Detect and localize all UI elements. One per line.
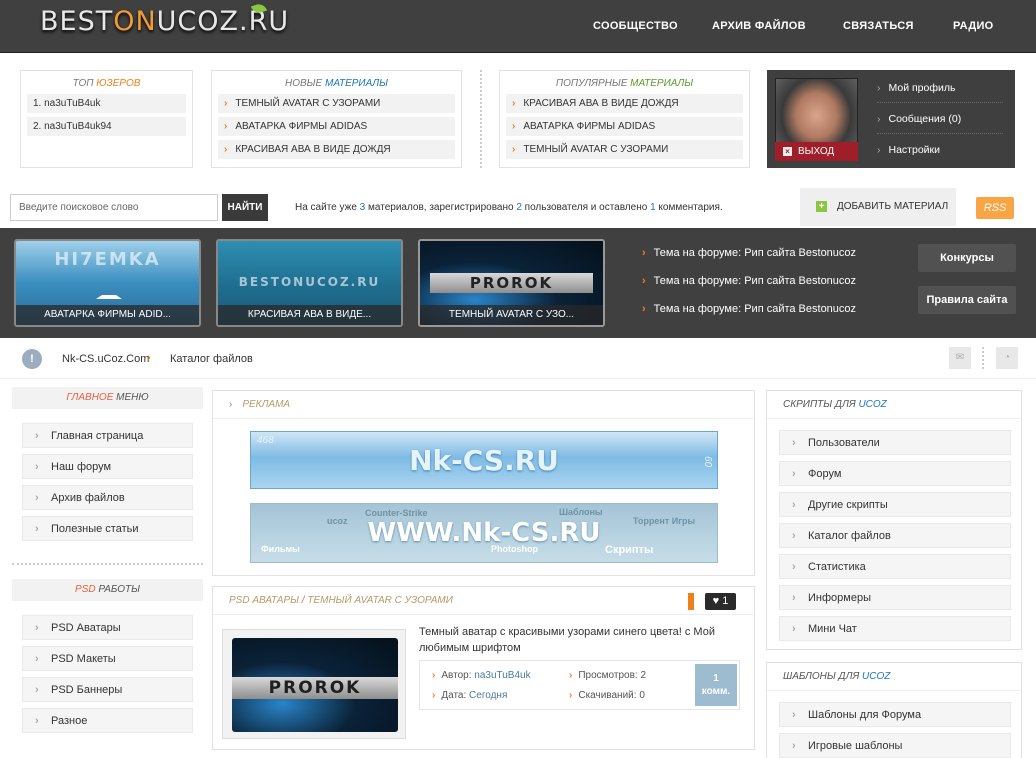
contests-button[interactable]: Конкурсы <box>918 244 1016 272</box>
scripts-item-other[interactable]: Другие скрипты <box>779 492 1011 517</box>
psd-menu-title: PSD РАБОТЫ <box>12 579 203 601</box>
ads-title: › РЕКЛАМА <box>213 391 754 419</box>
nav-file-archive[interactable]: АРХИВ ФАЙЛОВ <box>712 20 806 32</box>
settings-link[interactable]: Настройки <box>877 144 1003 164</box>
banner-www-nkcs[interactable]: Counter-Strike ucoz Шаблоны Торрент Игры… <box>250 503 718 563</box>
featured-thumb[interactable]: HI7EMKA АВАТАРКА ФИРМЫ ADID... <box>14 239 201 327</box>
entry-title[interactable]: PSD АВАТАРЫ / ТЕМНЫЙ AVATAR С УЗОРАМИ <box>213 587 754 615</box>
templates-box: ШАБЛОНЫ ДЛЯ UCOZ Шаблоны для Форума Игро… <box>766 662 1022 758</box>
heart-icon: ♥ <box>712 595 720 607</box>
scripts-item-stats[interactable]: Статистика <box>779 554 1011 579</box>
popular-material-item[interactable]: ТЕМНЫЙ AVATAR С УЗОРАМИ <box>506 140 743 159</box>
menu-item-psd-layouts[interactable]: PSD Макеты <box>22 646 193 671</box>
featured-thumb-caption: КРАСИВАЯ АВА В ВИДЕ... <box>218 305 401 325</box>
menu-item-misc[interactable]: Разное <box>22 708 193 733</box>
scripts-title: СКРИПТЫ ДЛЯ UCOZ <box>767 391 1021 419</box>
nav-community[interactable]: СООБЩЕСТВО <box>593 20 678 32</box>
featured-thumb[interactable]: PROROK ТЕМНЫЙ AVATAR С УЗО... <box>418 239 605 327</box>
entry-thumbnail[interactable]: PROROK <box>222 629 406 739</box>
close-icon: × <box>783 147 792 156</box>
new-material-item[interactable]: АВАТАРКА ФИРМЫ ADIDAS <box>218 117 455 136</box>
banner-nkcs[interactable]: 468 Nk-CS.RU 60 <box>250 431 718 489</box>
new-material-item[interactable]: ТЕМНЫЙ AVATAR С УЗОРАМИ <box>218 94 455 113</box>
rss-button[interactable]: RSS <box>976 197 1014 219</box>
plus-icon: + <box>816 200 827 212</box>
entry-date: Дата: Сегодня <box>432 690 507 701</box>
logout-button[interactable]: × ВЫХОД <box>775 142 858 161</box>
site-rules-button[interactable]: Правила сайта <box>918 286 1016 314</box>
divider <box>982 347 984 369</box>
featured-slider: HI7EMKA АВАТАРКА ФИРМЫ ADID... BESTONUCO… <box>0 228 1036 338</box>
mail-icon[interactable]: ✉ <box>949 347 971 369</box>
new-material-item[interactable]: КРАСИВАЯ АВА В ВИДЕ ДОЖДЯ <box>218 140 455 159</box>
chevron-right-icon: › <box>147 352 151 364</box>
popular-material-item[interactable]: КРАСИВАЯ АВА В ВИДЕ ДОЖДЯ <box>506 94 743 113</box>
menu-item-file-archive[interactable]: Архив файлов <box>22 485 193 510</box>
scripts-item-catalog[interactable]: Каталог файлов <box>779 523 1011 548</box>
add-material-button[interactable]: + ДОБАВИТЬ МАТЕРИАЛ <box>800 188 956 226</box>
new-materials-title: НОВЫЕ МАТЕРИАЛЫ <box>285 78 388 89</box>
divider <box>0 378 1036 379</box>
scripts-item-forum[interactable]: Форум <box>779 461 1011 486</box>
main-menu-title: ГЛАВНОЕ МЕНЮ <box>12 387 203 409</box>
entry-downloads: Скачиваний: 0 <box>569 690 645 701</box>
scripts-box: СКРИПТЫ ДЛЯ UCOZ Пользователи Форум Друг… <box>766 390 1022 650</box>
top-users-title: ТОП ЮЗЕРОВ <box>72 78 141 89</box>
popular-materials-title: ПОПУЛЯРНЫЕ МАТЕРИАЛЫ <box>555 78 694 89</box>
adidas-logo-icon <box>96 283 122 299</box>
site-header: BESTONUCOZ.RU СООБЩЕСТВО АРХИВ ФАЙЛОВ СВ… <box>0 0 1036 53</box>
main-menu: ГЛАВНОЕ МЕНЮ Главная страница Наш форум … <box>12 387 203 542</box>
psd-menu: PSD РАБОТЫ PSD Аватары PSD Макеты PSD Ба… <box>12 579 203 744</box>
featured-thumb[interactable]: BESTONUCOZ.RU КРАСИВАЯ АВА В ВИДЕ... <box>216 239 403 327</box>
nav-radio[interactable]: РАДИО <box>953 20 994 32</box>
divider <box>12 563 203 565</box>
popular-material-item[interactable]: АВАТАРКА ФИРМЫ ADIDAS <box>506 117 743 136</box>
scripts-item-informers[interactable]: Информеры <box>779 585 1011 610</box>
featured-thumb-caption: АВАТАРКА ФИРМЫ ADID... <box>16 305 199 325</box>
menu-item-home[interactable]: Главная страница <box>22 423 193 448</box>
user-panel: ×ВЫХОД Мой профиль Сообщения (0) Настрой… <box>767 70 1015 168</box>
forum-topic-link[interactable]: Тема на форуме: Рип сайта Bestonucoz <box>642 275 856 287</box>
entry-meta: Автор: na3uTuB4uk Дата: Сегодня Просмотр… <box>419 660 740 710</box>
my-profile-link[interactable]: Мой профиль <box>877 82 1003 103</box>
site-stats: На сайте уже 3 материалов, зарегистриров… <box>295 202 723 213</box>
search-input[interactable] <box>10 194 218 221</box>
scripts-item-minichat[interactable]: Мини Чат <box>779 616 1011 641</box>
templates-item-games[interactable]: Игровые шаблоны <box>779 733 1011 758</box>
templates-item-forum[interactable]: Шаблоны для Форума <box>779 702 1011 727</box>
entry-description: Темный аватар с красивыми узорами синего… <box>419 626 715 654</box>
site-logo[interactable]: BESTONUCOZ.RU <box>40 1 289 37</box>
top-user-item[interactable]: 2. na3uTuB4uk94 <box>27 117 186 136</box>
search-button[interactable]: НАЙТИ <box>222 194 268 221</box>
nav-contact[interactable]: СВЯЗАТЬСЯ <box>843 20 914 32</box>
top-user-item[interactable]: 1. na3uTuB4uk <box>27 94 186 113</box>
featured-thumb-caption: ТЕМНЫЙ AVATAR С УЗО... <box>420 305 603 325</box>
top-users-box: ТОП ЮЗЕРОВ 1. na3uTuB4uk 2. na3uTuB4uk94 <box>20 70 193 168</box>
menu-item-forum[interactable]: Наш форум <box>22 454 193 479</box>
divider <box>480 70 482 168</box>
menu-item-psd-banners[interactable]: PSD Баннеры <box>22 677 193 702</box>
popular-materials-box: ПОПУЛЯРНЫЕ МАТЕРИАЛЫ КРАСИВАЯ АВА В ВИДЕ… <box>499 70 750 168</box>
menu-item-psd-avatars[interactable]: PSD Аватары <box>22 615 193 640</box>
messages-link[interactable]: Сообщения (0) <box>877 113 1003 134</box>
forum-topic-link[interactable]: Тема на форуме: Рип сайта Bestonucoz <box>642 247 856 259</box>
comments-badge[interactable]: 1 комм. <box>695 664 737 706</box>
breadcrumb-current: Каталог файлов <box>170 353 253 365</box>
entry-author: Автор: na3uTuB4uk <box>432 670 530 681</box>
templates-title: ШАБЛОНЫ ДЛЯ UCOZ <box>767 663 1021 691</box>
breadcrumb-home[interactable]: Nk-CS.uCoz.Com <box>62 353 149 365</box>
rss-icon[interactable]: ◔ <box>996 347 1018 369</box>
new-materials-box: НОВЫЕ МАТЕРИАЛЫ ТЕМНЫЙ AVATAR С УЗОРАМИ … <box>211 70 462 168</box>
entry-views: Просмотров: 2 <box>569 670 646 681</box>
scripts-item-users[interactable]: Пользователи <box>779 430 1011 455</box>
menu-item-articles[interactable]: Полезные статьи <box>22 516 193 541</box>
chevron-left-icon[interactable] <box>688 593 694 610</box>
info-icon: ! <box>22 349 42 369</box>
forum-topic-link[interactable]: Тема на форуме: Рип сайта Bestonucoz <box>642 303 856 315</box>
like-button[interactable]: ♥ 1 <box>705 593 736 610</box>
